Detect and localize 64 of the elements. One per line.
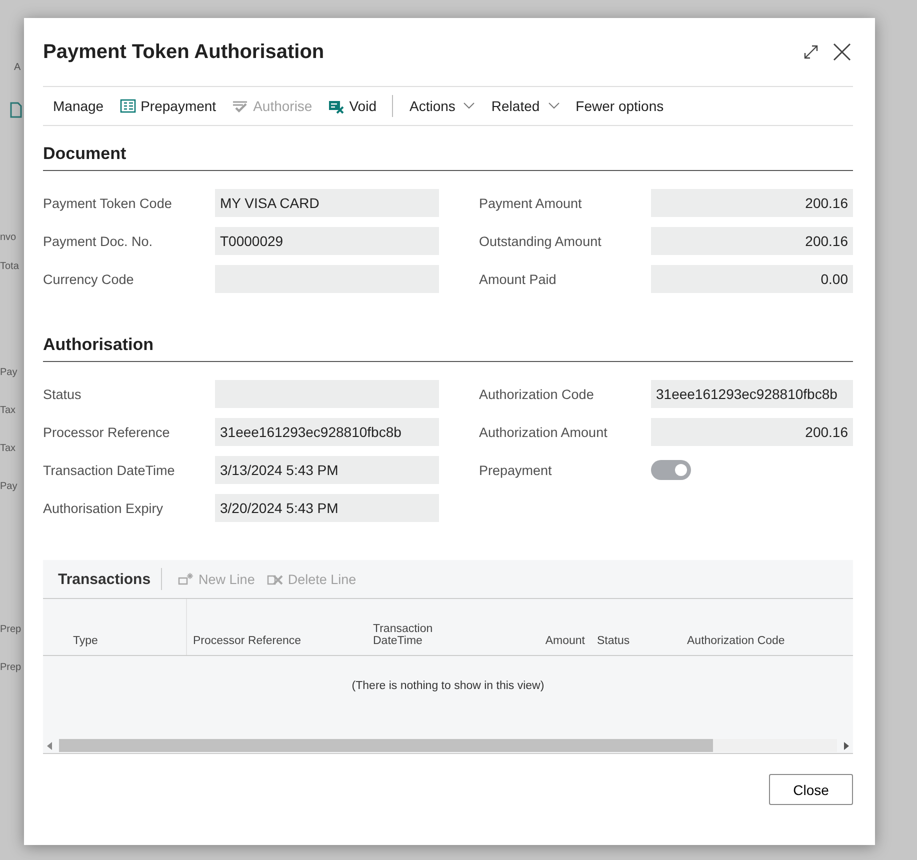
section-title: Document [43,144,853,171]
field-label: Payment Doc. No. [43,234,154,248]
checkmark-icon [232,98,248,114]
expand-icon [803,44,819,60]
background-label: Tax [0,442,17,456]
part-title: Transactions [58,570,151,588]
toolbar-button[interactable]: Manage [47,94,110,118]
background-label: nvo [0,231,18,245]
scroll-right-icon [843,742,849,750]
input-field[interactable]: 200.16 [651,227,853,255]
toolbar-button[interactable]: Fewer options [570,94,670,118]
menu-button[interactable]: Actions [403,94,482,118]
input-field[interactable]: 200.16 [651,418,853,446]
field-label: Transaction DateTime [43,462,176,478]
field-label: Authorisation Expiry [43,500,164,516]
column-header[interactable]: Type [73,635,98,647]
background-label: A [13,62,22,75]
menu-button[interactable]: Related [485,94,566,118]
column-header[interactable]: Amount [545,635,585,647]
close-button[interactable] [831,41,853,63]
input-field[interactable]: 200.16 [651,189,853,217]
chevron-down-icon [548,102,560,110]
input-field[interactable]: 3/13/2024 5:43 PM [215,456,439,484]
background-label: Pay [0,366,18,380]
toolbar-button[interactable]: Void [322,94,382,118]
field-label: Processor Reference [43,424,171,440]
field-label: Currency Code [43,272,135,286]
dialog-title: Payment Token Authorisation [43,40,324,64]
column-header[interactable]: Authorization Code [687,635,785,647]
field-label: Authorization Code [479,386,595,402]
list-icon [120,98,136,114]
input-field[interactable]: T0000029 [215,227,439,255]
input-field[interactable]: 3/20/2024 5:43 PM [215,494,439,522]
background-label: Tax [0,404,17,418]
field-label: Status [43,386,82,402]
chevron-down-icon [463,102,476,110]
toolbar-button[interactable]: Prepayment [114,94,222,118]
document-cross-icon [328,98,344,114]
close-button[interactable]: Close [769,774,853,805]
column-header[interactable]: Processor Reference [193,635,302,647]
column-header[interactable]: Transaction DateTime [373,623,485,647]
field-label: Payment Amount [479,196,583,210]
section-title: Authorisation [43,335,853,362]
document-icon [10,102,22,118]
input-field[interactable]: 0.00 [651,265,853,293]
column-header[interactable]: Status [597,635,630,647]
background-label: Prep [0,623,22,637]
horizontal-scrollbar[interactable] [43,738,853,754]
input-field[interactable]: 31eee161293ec928810fbc8b [651,380,853,408]
empty-message: (There is nothing to show in this view) [350,679,546,694]
input-field[interactable]: MY VISA CARD [215,189,439,217]
field-label: Outstanding Amount [479,234,602,248]
field-label: Payment Token Code [43,196,173,210]
close-icon [833,43,851,61]
scroll-left-icon [47,742,53,750]
field-label: Amount Paid [479,272,558,286]
background-label: Pay [0,480,18,494]
background-label: Prep [0,661,22,675]
new-line-icon [178,572,194,586]
toggle-switch[interactable] [651,460,691,480]
field-label: Authorization Amount [479,424,608,440]
background-label: Tota [0,260,20,274]
input-field[interactable]: 31eee161293ec928810fbc8b [215,418,439,446]
field-label: Prepayment [479,462,553,478]
